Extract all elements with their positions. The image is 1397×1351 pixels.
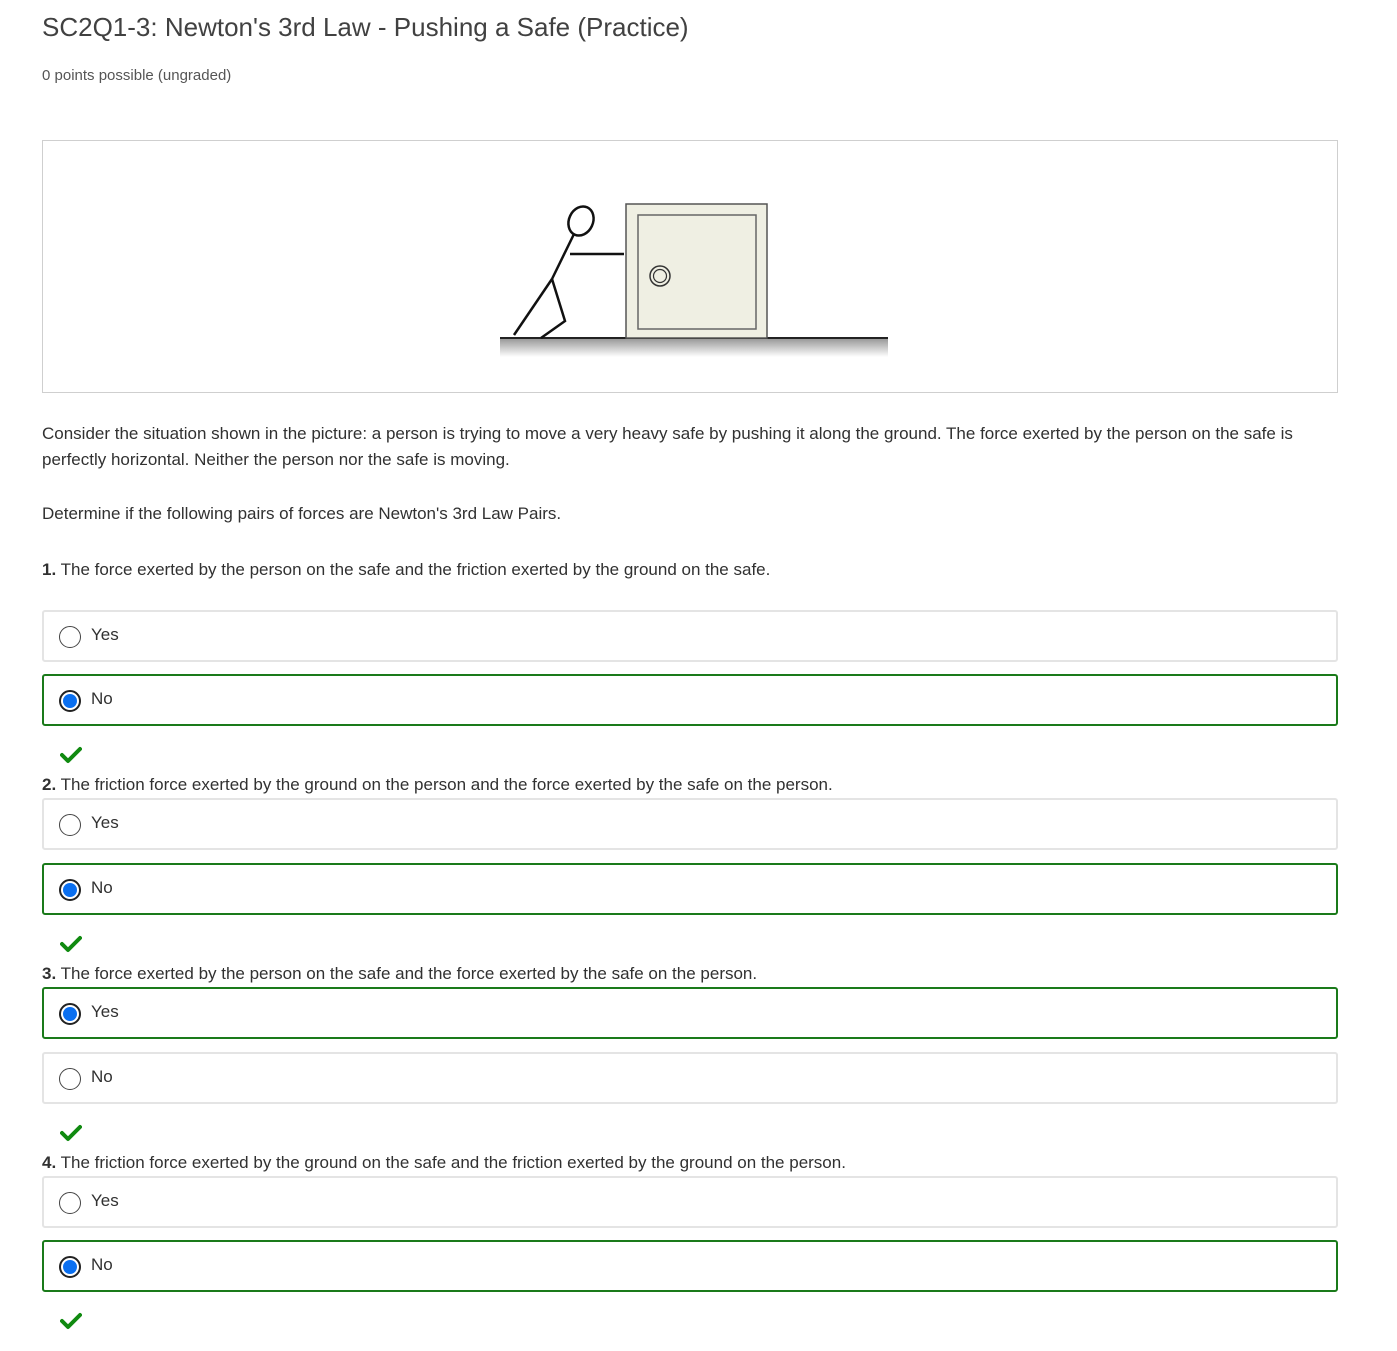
checkmark-icon [60,747,82,763]
problem-situation-text: Consider the situation shown in the pict… [42,424,1293,469]
checkmark-icon [60,1313,82,1329]
question-4-text: 4. The friction force exerted by the gro… [42,1151,846,1175]
radio-empty-icon[interactable] [59,1192,81,1214]
person-pushing-safe-illustration [500,203,888,357]
question-prompt: The friction force exerted by the ground… [60,1153,846,1172]
problem-title: SC2Q1-3: Newton's 3rd Law - Pushing a Sa… [42,12,689,42]
question-1-text: 1. The force exerted by the person on th… [42,558,770,582]
question-2-choice-no[interactable]: No [42,863,1338,915]
choice-label: No [91,878,113,897]
problem-figure [42,140,1338,393]
person-head [567,205,595,237]
radio-selected-icon[interactable] [59,879,81,901]
question-3-text: 3. The force exerted by the person on th… [42,962,757,986]
question-prompt: The force exerted by the person on the s… [60,964,758,983]
checkmark-icon [60,936,82,952]
radio-selected-icon[interactable] [59,1256,81,1278]
question-3-choice-no[interactable]: No [42,1052,1338,1104]
question-4-choice-yes[interactable]: Yes [42,1176,1338,1228]
radio-empty-icon[interactable] [59,814,81,836]
choice-label: Yes [91,1002,119,1021]
radio-empty-icon[interactable] [59,1068,81,1090]
question-2-text: 2. The friction force exerted by the gro… [42,773,833,797]
question-3-choice-yes[interactable]: Yes [42,987,1338,1039]
points-possible: 0 points possible (ungraded) [42,67,232,84]
safe-body [625,203,768,339]
radio-selected-icon[interactable] [59,690,81,712]
choice-label: No [91,1255,113,1274]
problem-instruction-text: Determine if the following pairs of forc… [42,504,562,523]
person-body [550,233,576,280]
ground-shadow [500,339,888,357]
checkmark-icon [60,1125,82,1141]
choice-label: Yes [91,813,119,832]
person-back-leg [512,278,554,336]
question-1-choice-no[interactable]: No [42,674,1338,726]
question-number: 1. [42,560,57,579]
question-2-choice-yes[interactable]: Yes [42,798,1338,850]
question-number: 3. [42,964,57,983]
question-prompt: The force exerted by the person on the s… [60,560,771,579]
choice-label: No [91,689,113,708]
question-1-choice-yes[interactable]: Yes [42,610,1338,662]
choice-label: Yes [91,1191,119,1210]
radio-empty-icon[interactable] [59,626,81,648]
question-prompt: The friction force exerted by the ground… [60,775,833,794]
question-4-choice-no[interactable]: No [42,1240,1338,1292]
radio-selected-icon[interactable] [59,1003,81,1025]
choice-label: No [91,1067,113,1086]
choice-label: Yes [91,625,119,644]
question-number: 2. [42,775,57,794]
question-number: 4. [42,1153,57,1172]
